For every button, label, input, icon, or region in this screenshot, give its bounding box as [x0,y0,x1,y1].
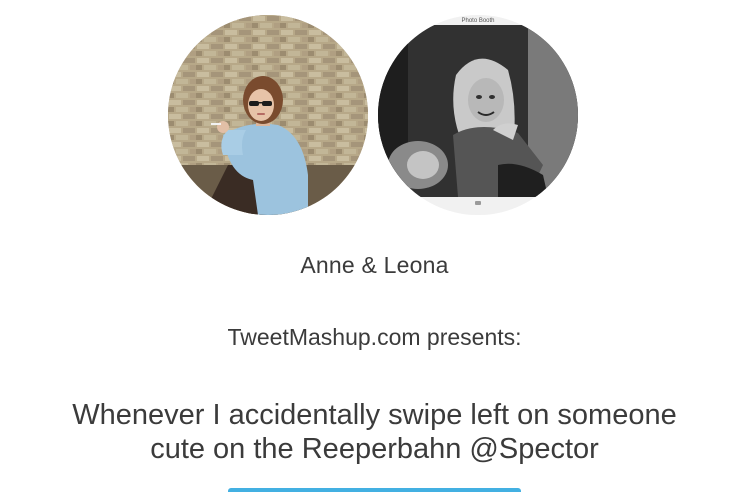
tweet-line-2: cute on the Reeperbahn @Spector [150,433,599,465]
tweet-line-1: Whenever I accidentally swipe left on so… [72,399,677,431]
avatar-leona[interactable]: Photo Booth [378,15,578,215]
avatar-anne[interactable] [168,15,368,215]
photo-booth-avatar-icon: Photo Booth [378,15,578,215]
tweetmashup-page: Photo Booth Anne & Leona TweetMashup.com… [0,0,749,492]
tweet-text: Whenever I accidentally swipe left on so… [10,398,739,466]
photo-avatar-icon [168,15,368,215]
bottom-action-button[interactable] [228,488,521,492]
photo-booth-label: Photo Booth [461,18,494,24]
profile-names: Anne & Leona [300,252,449,278]
presents-heading: TweetMashup.com presents: [227,324,522,350]
